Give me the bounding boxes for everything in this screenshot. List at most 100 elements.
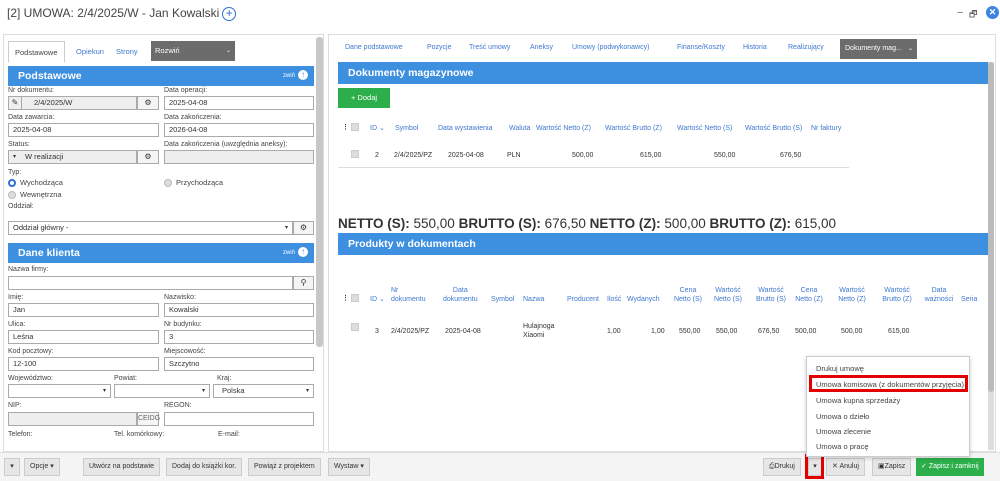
select-all-checkbox[interactable] bbox=[351, 123, 359, 131]
status-select[interactable]: ▾ W realizacji bbox=[8, 150, 137, 164]
th-data-wystawienia[interactable]: Data wystawienia bbox=[438, 124, 492, 133]
zapisz-button[interactable]: ▣Zapisz bbox=[872, 458, 912, 476]
tab-umowy-podwykonawcy[interactable]: Umowy (podwykonawcy) bbox=[572, 44, 649, 51]
ceidg-button[interactable]: CEIDG bbox=[137, 412, 160, 426]
wojewodztwo-select[interactable]: ▾ bbox=[8, 384, 111, 398]
th-brutto-s[interactable]: Wartość Brutto (S) bbox=[745, 124, 802, 133]
collapse-icon[interactable]: ↑ bbox=[298, 247, 308, 258]
th2-producent[interactable]: Producent bbox=[567, 295, 599, 304]
menu-umowa-zlecenie[interactable]: Umowa zlecenie bbox=[816, 427, 871, 436]
th2-id[interactable]: ID ⌄ bbox=[370, 295, 385, 304]
column-menu-icon[interactable]: ⋮ bbox=[342, 123, 349, 132]
th2-nr-dokumentu[interactable]: Nr dokumentu bbox=[391, 286, 426, 304]
wystaw-button[interactable]: Wystaw ▾ bbox=[328, 458, 370, 476]
th-brutto-z[interactable]: Wartość Brutto (Z) bbox=[605, 124, 662, 133]
tab-pozycje[interactable]: Pozycje bbox=[427, 44, 452, 51]
radio-wychodzaca[interactable]: Wychodząca bbox=[8, 178, 63, 188]
nazwisko-field[interactable]: Kowalski bbox=[164, 303, 314, 317]
data-zawarcia-field[interactable]: 2025-04-08 bbox=[8, 123, 159, 137]
close-button[interactable]: ✕ bbox=[986, 6, 999, 19]
th-waluta[interactable]: Waluta bbox=[509, 124, 531, 133]
imie-field[interactable]: Jan bbox=[8, 303, 159, 317]
row-checkbox[interactable] bbox=[351, 323, 359, 331]
tab-tresc-umowy[interactable]: Treść umowy bbox=[469, 44, 510, 51]
tab-aneksy[interactable]: Aneksy bbox=[530, 44, 553, 51]
anuluj-button[interactable]: ✕ Anuluj bbox=[826, 458, 865, 476]
section-podstawowe[interactable]: Podstawowe zwiń ↑ bbox=[8, 66, 314, 86]
th2-wartosc-brutto-z[interactable]: Wartość Brutto (Z) bbox=[878, 286, 916, 304]
gear-icon[interactable]: ⚙ bbox=[137, 96, 159, 110]
tab-opiekun[interactable]: Opiekun bbox=[70, 41, 110, 63]
th2-ilosc[interactable]: Ilość bbox=[607, 295, 621, 304]
th2-data-dokumentu[interactable]: Data dokumentu bbox=[443, 286, 478, 304]
dodaj-ksiazka-button[interactable]: Dodaj do książki kor. bbox=[166, 458, 243, 476]
th-netto-z[interactable]: Wartość Netto (Z) bbox=[536, 124, 591, 133]
data-zak2-field[interactable] bbox=[164, 150, 314, 164]
nr-dokumentu-field[interactable]: 2/4/2025/W bbox=[21, 96, 137, 110]
collapse-icon[interactable]: ↑ bbox=[298, 70, 308, 81]
th2-wydanych[interactable]: Wydanych bbox=[627, 295, 660, 304]
miejscowosc-field[interactable]: Szczytno bbox=[164, 357, 314, 371]
chevron-down-icon[interactable]: ▾ bbox=[4, 458, 20, 476]
data-zakonczenia-field[interactable]: 2026-04-08 bbox=[164, 123, 314, 137]
tab-dokumenty-magazynowe[interactable]: Dokumenty mag... ⌄ bbox=[840, 39, 917, 59]
th2-data-waznosci[interactable]: Data ważności bbox=[921, 286, 957, 304]
tab-dane-podstawowe[interactable]: Dane podstawowe bbox=[345, 44, 403, 51]
th-netto-s[interactable]: Wartość Netto (S) bbox=[677, 124, 732, 133]
kod-field[interactable]: 12-100 bbox=[8, 357, 159, 371]
tab-finanse-koszty[interactable]: Finanse/Koszty bbox=[677, 44, 725, 51]
menu-umowa-o-prace[interactable]: Umowa o pracę bbox=[816, 442, 869, 451]
drukuj-button[interactable]: ⎙Drukuj bbox=[763, 458, 801, 476]
th2-symbol[interactable]: Symbol bbox=[491, 295, 514, 304]
nr-budynku-field[interactable]: 3 bbox=[164, 330, 314, 344]
minimize-button[interactable]: − bbox=[957, 7, 963, 19]
gear-icon[interactable]: ⚙ bbox=[293, 221, 314, 235]
nazwa-firmy-field[interactable] bbox=[8, 276, 293, 290]
column-menu-icon[interactable]: ⋮ bbox=[342, 294, 349, 303]
select-all-checkbox[interactable] bbox=[351, 294, 359, 302]
menu-drukuj-umowe[interactable]: Drukuj umowę bbox=[816, 364, 864, 373]
add-icon[interactable]: + bbox=[222, 6, 237, 21]
th2-nazwa[interactable]: Nazwa bbox=[523, 295, 544, 304]
add-button[interactable]: + Dodaj bbox=[338, 88, 390, 108]
t1-symbol[interactable]: 2/4/2025/PZ bbox=[394, 151, 432, 160]
opcje-button[interactable]: Opcje ▾ bbox=[24, 458, 60, 476]
th2-wartosc-netto-s[interactable]: Wartość Netto (S) bbox=[711, 286, 745, 304]
th-nr-faktury[interactable]: Nr faktury bbox=[811, 124, 841, 133]
search-icon[interactable]: ⚲ bbox=[293, 276, 314, 290]
tab-historia[interactable]: Historia bbox=[743, 44, 767, 51]
th2-cena-netto-z[interactable]: Cena Netto (Z) bbox=[792, 286, 826, 304]
utworz-button[interactable]: Utwórz na podstawie bbox=[83, 458, 160, 476]
th-id[interactable]: ID ⌄ bbox=[370, 124, 385, 133]
nip-field[interactable] bbox=[8, 412, 137, 426]
right-scrollbar-thumb[interactable] bbox=[988, 62, 994, 392]
row-checkbox[interactable] bbox=[351, 150, 359, 158]
pencil-icon[interactable]: ✎ bbox=[8, 96, 22, 110]
ulica-field[interactable]: Leśna bbox=[8, 330, 159, 344]
restore-button[interactable]: 🗗 bbox=[969, 7, 977, 23]
oddzial-select[interactable]: Oddział główny - ▾ bbox=[8, 221, 293, 235]
menu-umowa-kupna[interactable]: Umowa kupna sprzedaży bbox=[816, 396, 900, 405]
tab-podstawowe[interactable]: Podstawowe bbox=[8, 41, 65, 63]
powiat-select[interactable]: ▾ bbox=[114, 384, 210, 398]
radio-wewnetrzna[interactable]: Wewnętrzna bbox=[8, 190, 62, 200]
left-scrollbar[interactable] bbox=[316, 37, 323, 347]
th2-wartosc-netto-z[interactable]: Wartość Netto (Z) bbox=[834, 286, 870, 304]
th2-seria[interactable]: Seria bbox=[961, 295, 977, 304]
th2-cena-netto-s[interactable]: Cena Netto (S) bbox=[671, 286, 705, 304]
t2-nr[interactable]: 2/4/2025/PZ bbox=[391, 327, 429, 336]
menu-umowa-o-dzielo[interactable]: Umowa o dzieło bbox=[816, 412, 869, 421]
kraj-select[interactable]: Polska ▾ bbox=[213, 384, 314, 398]
section-dane-klienta[interactable]: Dane klienta zwiń ↑ bbox=[8, 243, 314, 263]
tab-realizujacy[interactable]: Realizujący bbox=[788, 44, 824, 51]
zapisz-zamknij-button[interactable]: ✓ Zapisz i zamknij bbox=[916, 458, 984, 476]
data-operacji-field[interactable]: 2025-04-08 bbox=[164, 96, 314, 110]
gear-icon[interactable]: ⚙ bbox=[137, 150, 159, 164]
regon-field[interactable] bbox=[164, 412, 314, 426]
tab-strony[interactable]: Strony bbox=[110, 41, 144, 63]
powiaz-projekt-button[interactable]: Powiąż z projektem bbox=[248, 458, 321, 476]
th-symbol[interactable]: Symbol bbox=[395, 124, 418, 133]
th2-wartosc-brutto-s[interactable]: Wartość Brutto (S) bbox=[752, 286, 790, 304]
radio-przychodzaca[interactable]: Przychodząca bbox=[164, 178, 223, 188]
expand-dropdown[interactable]: Rozwiń ⌄ bbox=[151, 41, 235, 61]
